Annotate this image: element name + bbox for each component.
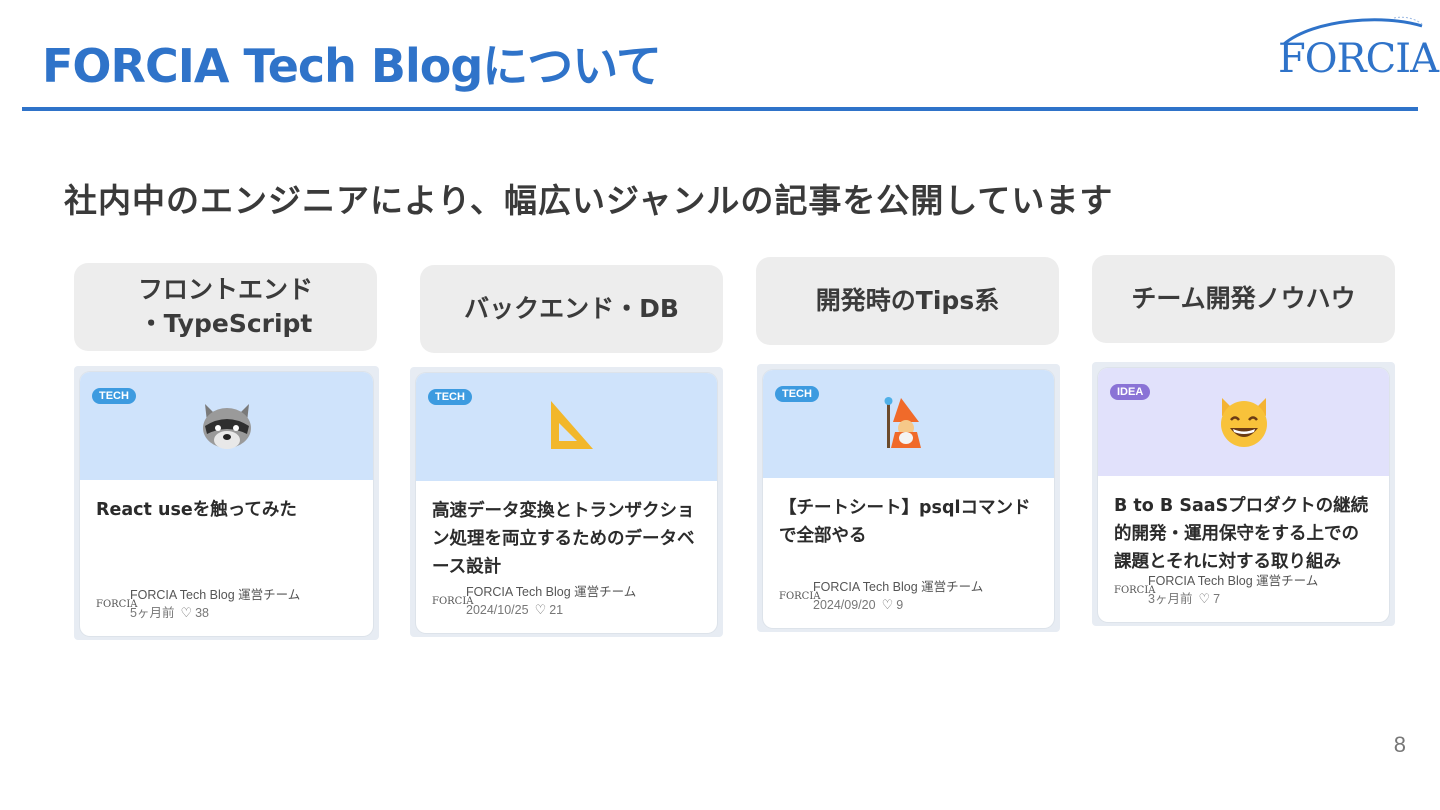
tech-badge: TECH xyxy=(775,386,819,402)
logo-text: FORCIA xyxy=(1278,36,1439,82)
article-card[interactable]: TECH React useを触ってみた FORCIA FORCIA Tech … xyxy=(74,366,379,640)
post-date: 3ヶ月前 xyxy=(1148,592,1193,606)
category-label: 開発時のTips系 xyxy=(815,286,1000,315)
category-frontend: フロントエンド ・TypeScript xyxy=(74,263,377,351)
mage-icon xyxy=(884,397,921,448)
author-name[interactable]: FORCIA Tech Blog 運営チーム xyxy=(130,586,300,604)
category-label: チーム開発ノウハウ xyxy=(1131,284,1356,313)
card-title[interactable]: B to B SaaSプロダクトの継続的開発・運用保守をする上での課題とそれに対… xyxy=(1114,492,1375,576)
author-name[interactable]: FORCIA Tech Blog 運営チーム xyxy=(466,583,636,601)
category-tips: 開発時のTips系 xyxy=(756,257,1059,345)
author-logo: FORCIA xyxy=(96,598,138,610)
post-date: 5ヶ月前 xyxy=(130,606,175,620)
category-team: チーム開発ノウハウ xyxy=(1092,255,1395,343)
heart-icon[interactable]: ♡ xyxy=(882,596,894,614)
grinning-cat-icon xyxy=(1220,398,1267,447)
title-divider xyxy=(22,107,1418,111)
category-label: バックエンド・DB xyxy=(464,294,679,323)
category-backend: バックエンド・DB xyxy=(420,265,723,353)
card-meta: FORCIA FORCIA Tech Blog 運営チーム 3ヶ月前 ♡ 7 xyxy=(1114,572,1318,608)
heart-icon[interactable]: ♡ xyxy=(1198,590,1210,608)
card-meta: FORCIA FORCIA Tech Blog 運営チーム 5ヶ月前 ♡ 38 xyxy=(96,586,300,622)
category-label: フロントエンド ・TypeScript xyxy=(137,275,313,338)
post-date: 2024/10/25 xyxy=(466,603,529,617)
card-meta: FORCIA FORCIA Tech Blog 運営チーム 2024/09/20… xyxy=(779,578,983,614)
page-number: 8 xyxy=(1393,732,1406,757)
page-title: FORCIA Tech Blogについて xyxy=(42,39,662,93)
article-card[interactable]: IDEA B to B SaaSプロダクトの継続的開発・運用保守をする上での課題… xyxy=(1092,362,1395,626)
post-date: 2024/09/20 xyxy=(813,598,876,612)
author-logo: FORCIA xyxy=(1114,584,1156,596)
tech-badge: TECH xyxy=(92,388,136,404)
forcia-logo: FORCIA xyxy=(1274,14,1439,84)
section-subtitle: 社内中のエンジニアにより、幅広いジャンルの記事を公開しています xyxy=(64,181,1114,220)
card-title[interactable]: React useを触ってみた xyxy=(96,496,359,524)
heart-icon[interactable]: ♡ xyxy=(535,601,547,619)
like-count: 9 xyxy=(896,598,904,612)
tech-badge: TECH xyxy=(428,389,472,405)
author-logo: FORCIA xyxy=(779,590,821,602)
idea-badge: IDEA xyxy=(1110,384,1151,400)
author-name[interactable]: FORCIA Tech Blog 運営チーム xyxy=(1148,572,1318,590)
like-count: 21 xyxy=(549,603,564,617)
card-header: TECH xyxy=(416,373,717,481)
article-card[interactable]: TECH 高速データ変換とトランザクション処理を両立するためのデータベース設計 … xyxy=(410,367,723,637)
heart-icon[interactable]: ♡ xyxy=(180,604,192,622)
author-logo: FORCIA xyxy=(432,595,474,607)
card-header: TECH xyxy=(763,370,1054,478)
author-name[interactable]: FORCIA Tech Blog 運営チーム xyxy=(813,578,983,596)
raccoon-icon xyxy=(202,404,251,449)
article-card[interactable]: TECH 【チートシート】psqlコマンドで全部やる FORCIA FORCIA… xyxy=(757,364,1060,632)
card-header: TECH xyxy=(80,372,373,480)
card-header: IDEA xyxy=(1098,368,1389,476)
card-meta: FORCIA FORCIA Tech Blog 運営チーム 2024/10/25… xyxy=(432,583,636,619)
like-count: 7 xyxy=(1213,592,1221,606)
triangular-ruler-icon xyxy=(550,401,593,449)
like-count: 38 xyxy=(195,606,210,620)
card-title[interactable]: 高速データ変換とトランザクション処理を両立するためのデータベース設計 xyxy=(432,497,703,581)
card-title[interactable]: 【チートシート】psqlコマンドで全部やる xyxy=(779,494,1040,550)
